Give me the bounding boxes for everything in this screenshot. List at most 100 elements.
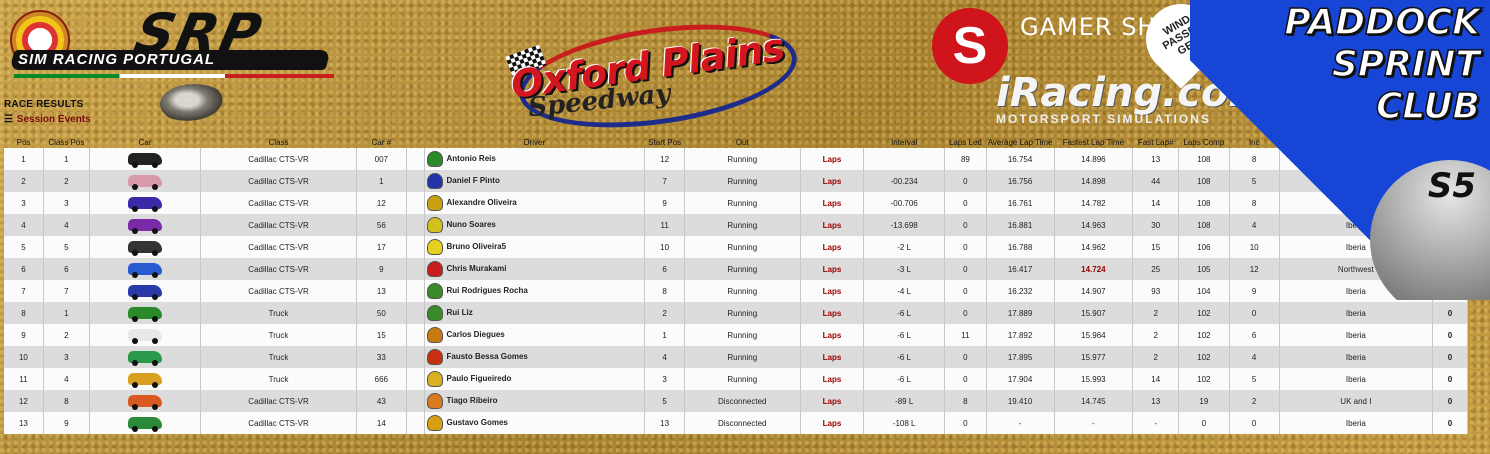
table-row: 10 3 Truck 33 Fausto Bessa Gomes 4 Running Laps… [4,346,1469,368]
laps-cell[interactable]: Laps [800,214,865,236]
pos-cell: 1 [4,148,44,170]
laps-cell[interactable]: Laps [800,192,865,214]
out-cell: Running [684,368,801,390]
laps-cell[interactable]: Laps [800,258,865,280]
driver-name[interactable]: Antonio Reis [447,154,496,163]
column-header[interactable]: Pos [4,127,43,148]
banner-title: PADDOCK SPRINT CLUB [1284,1,1481,128]
num-cell: 1 [356,170,408,192]
pos-cell: 2 [4,170,44,192]
class-cell: Truck [200,346,357,368]
column-header[interactable]: Average Lap Time [986,127,1054,148]
driver-name[interactable]: Rui Rodrigues Rocha [447,286,528,295]
spacer-cell [406,368,425,390]
avg-cell: 16.232 [986,280,1055,302]
driver-name[interactable]: Gustavo Gomes [447,418,508,427]
class-pos-cell: 2 [43,324,90,346]
start-cell: 10 [644,236,685,258]
fast-lap-cell: 15 [1132,236,1180,258]
interval-cell: -6 L [863,346,946,368]
fast-cell: 14.782 [1054,192,1134,214]
laps-cell[interactable]: Laps [800,412,865,434]
extra-cell: 0 [1432,346,1469,368]
swirl-logo-icon [160,84,228,124]
led-cell: 11 [944,324,987,346]
driver-name[interactable]: Rui Liz [447,308,473,317]
fast-lap-cell: 25 [1132,258,1180,280]
driver-name[interactable]: Paulo Figueiredo [447,374,512,383]
driver-name[interactable]: Bruno Oliveira5 [447,242,507,251]
column-header[interactable] [407,127,425,148]
driver-name[interactable]: Chris Murakami [447,264,507,273]
start-cell: 8 [644,280,685,302]
interval-cell: -89 L [863,390,946,412]
laps-cell[interactable]: Laps [800,148,865,170]
avg-cell: 16.754 [986,148,1055,170]
laps-cell[interactable]: Laps [800,302,865,324]
column-header[interactable]: Interval [864,127,945,148]
column-header[interactable] [800,127,863,148]
fast-lap-cell: 93 [1132,280,1180,302]
driver-name[interactable]: Fausto Bessa Gomes [447,352,528,361]
column-header[interactable]: Out [684,127,800,148]
laps-cell[interactable]: Laps [800,324,865,346]
class-cell: Cadillac CTS-VR [200,280,357,302]
interval-cell: -6 L [863,368,946,390]
spacer-cell [406,236,425,258]
driver-name[interactable]: Nuno Soares [447,220,496,229]
fast-lap-cell: 30 [1132,214,1180,236]
column-header[interactable]: Car [89,127,201,148]
laps-cell[interactable]: Laps [800,368,865,390]
laps-cell[interactable]: Laps [800,170,865,192]
car-icon [128,197,163,212]
num-cell: 14 [356,412,408,434]
helmet-icon [426,415,443,431]
driver-name[interactable]: Alexandre Oliveira [447,198,517,207]
pos-cell: 7 [4,280,44,302]
helmet-icon [426,349,443,365]
start-cell: 12 [644,148,685,170]
inc-cell: 2 [1229,390,1280,412]
interval-cell: -108 L [863,412,946,434]
driver-name[interactable]: Carlos Diegues [447,330,505,339]
car-image [89,302,202,324]
interval-cell: -6 L [863,324,946,346]
spacer-cell [406,280,425,302]
laps-cell[interactable]: Laps [800,280,865,302]
column-header[interactable]: Laps Led [945,127,987,148]
driver-cell: Nuno Soares [424,214,646,236]
pos-cell: 11 [4,368,44,390]
column-header[interactable]: Car # [356,127,406,148]
club-cell: Iberia [1279,324,1433,346]
club-cell: Iberia [1279,412,1433,434]
out-cell: Running [684,302,801,324]
car-image [89,214,202,236]
column-header[interactable]: Start Pos [645,127,684,148]
laps-cell[interactable]: Laps [800,346,865,368]
laps-cell[interactable]: Laps [800,390,865,412]
car-image [89,258,202,280]
laps-cell[interactable]: Laps [800,236,865,258]
pos-cell: 4 [4,214,44,236]
driver-name[interactable]: Daniel F Pinto [447,176,500,185]
column-header[interactable]: Class Pos [43,127,89,148]
out-cell: Running [684,324,801,346]
column-header[interactable]: Fast Lap# [1133,127,1179,148]
fast-cell: 14.896 [1054,148,1134,170]
driver-cell: Rui Rodrigues Rocha [424,280,646,302]
fast-cell: 14.963 [1054,214,1134,236]
fast-lap-cell: 14 [1132,192,1180,214]
led-cell: 8 [944,390,987,412]
spacer-cell [406,258,425,280]
column-header[interactable]: Fastest Lap Time [1054,127,1133,148]
column-header[interactable]: Driver [424,127,645,148]
fast-cell: 14.962 [1054,236,1134,258]
column-header[interactable]: Class [201,127,356,148]
out-cell: Running [684,214,801,236]
extra-cell: 0 [1432,412,1469,434]
session-events-link[interactable]: ☰ Session Events [4,114,91,125]
avg-cell: 16.756 [986,170,1055,192]
driver-name[interactable]: Tiago Ribeiro [447,396,498,405]
table-row: 12 8 Cadillac CTS-VR 43 Tiago Ribeiro 5 Discon… [4,390,1469,412]
out-cell: Running [684,148,801,170]
